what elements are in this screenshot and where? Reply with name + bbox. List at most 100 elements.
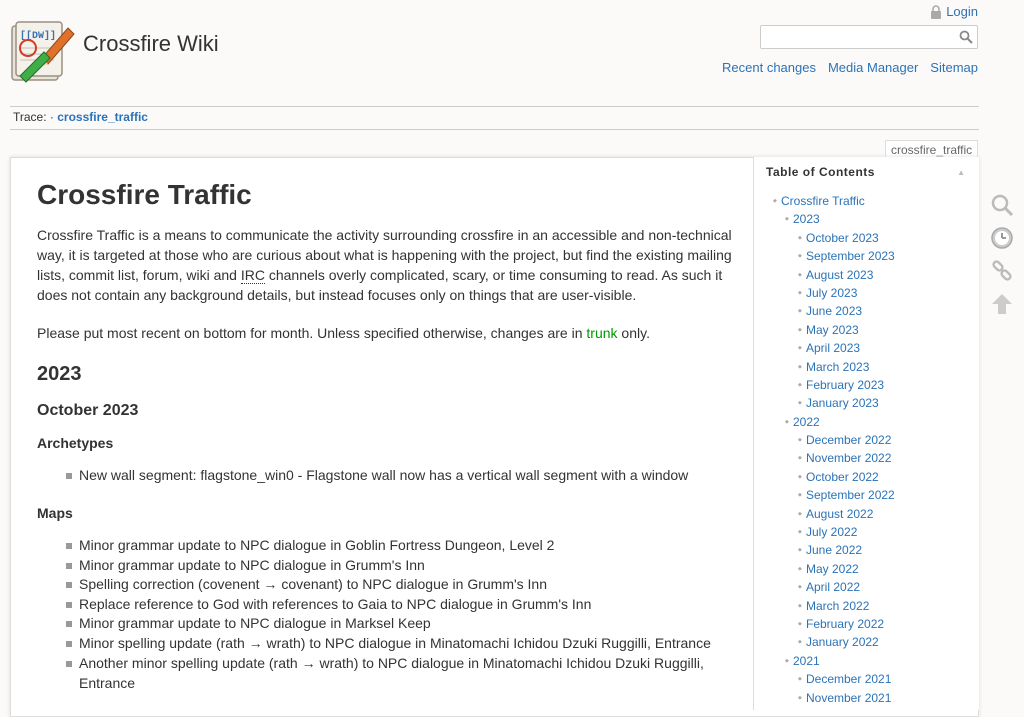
month-heading: October 2023 [37,402,139,419]
toc-link[interactable]: July 2023 [806,286,857,300]
toc-link[interactable]: February 2022 [806,617,884,631]
list-item: Minor grammar update to NPC dialogue in … [37,555,717,575]
toc-link[interactable]: Crossfire Traffic [781,194,865,208]
dokuwiki-logo[interactable]: [[DW]] [8,18,76,86]
page-title: Crossfire Traffic [37,179,252,210]
toc-link[interactable]: September 2023 [806,249,895,263]
irc-abbreviation: IRC [240,267,265,284]
toc-item: June 2022 [754,541,979,559]
toc-item: April 2023 [754,339,979,357]
archetypes-list: New wall segment: flagstone_win0 - Flags… [37,465,717,485]
recent-changes-link[interactable]: Recent changes [722,60,816,75]
list-item: Another minor spelling update (rath → wr… [37,653,717,693]
toc-link[interactable]: September 2022 [806,488,895,502]
toc-link[interactable]: October 2022 [806,470,879,484]
list-item: Minor grammar update to NPC dialogue in … [37,613,717,633]
toc-link[interactable]: 2022 [793,415,820,429]
toc-item: February 2023 [754,376,979,394]
list-item: Replace reference to God with references… [37,594,717,614]
list-item: Spelling correction (covenent → covenant… [37,574,717,594]
breadcrumb-label: Trace: [13,110,47,124]
toc-link[interactable]: April 2023 [806,341,860,355]
toc-item: September 2023 [754,247,979,265]
lock-icon [931,4,942,19]
toc-item: April 2022 [754,578,979,596]
maps-list: Minor grammar update to NPC dialogue in … [37,535,717,692]
site-tools: Recent changes Media Manager Sitemap [722,60,978,75]
note-text-1: Please put most recent on bottom for mon… [37,325,587,341]
search-page-button[interactable] [988,188,1016,221]
toc-item: March 2023 [754,358,979,376]
toc-item: July 2023 [754,284,979,302]
list-item: New wall segment: flagstone_win0 - Flags… [37,465,717,485]
toc-link[interactable]: August 2023 [806,268,873,282]
search-box[interactable] [760,25,978,49]
toc-link[interactable]: June 2022 [806,543,862,557]
note-text-2: only. [617,325,650,341]
sitemap-link[interactable]: Sitemap [930,60,978,75]
toc-item: 2021 [754,652,979,670]
header-divider [10,106,979,107]
backlinks-button[interactable] [988,254,1016,287]
toc-link[interactable]: February 2023 [806,378,884,392]
toc-list: Crossfire Traffic 2023 October 2023 Septemb… [754,192,979,707]
toc-item: February 2022 [754,615,979,633]
list-item: Minor grammar update to NPC dialogue in … [37,535,717,555]
toc-item: August 2022 [754,505,979,523]
toc-item: Crossfire Traffic [754,192,979,210]
toc-link[interactable]: November 2021 [806,691,891,705]
toc-item: October 2022 [754,468,979,486]
note-paragraph: Please put most recent on bottom for mon… [37,323,650,343]
toc-item: June 2023 [754,302,979,320]
toc-item: August 2023 [754,266,979,284]
toc-link[interactable]: March 2023 [806,360,869,374]
search-input[interactable] [761,26,961,48]
maps-heading: Maps [37,505,73,521]
toc-link[interactable]: 2023 [793,212,820,226]
toc-link[interactable]: March 2022 [806,599,869,613]
toc-item: 2022 [754,413,979,431]
toc-item: September 2022 [754,486,979,504]
toc-collapse-icon[interactable]: ▲ [957,168,965,177]
toc-link[interactable]: 2021 [793,654,820,668]
back-to-top-icon [992,293,1012,314]
toc-link[interactable]: October 2023 [806,231,879,245]
toc-link[interactable]: July 2022 [806,525,857,539]
toc-link[interactable]: December 2021 [806,672,891,686]
back-to-top-button[interactable] [988,287,1016,320]
trunk-link[interactable]: trunk [586,325,617,341]
toc-item: November 2022 [754,449,979,467]
breadcrumb-separator: · [49,110,54,124]
breadcrumb-link[interactable]: crossfire_traffic [57,110,148,124]
toc-link[interactable]: November 2022 [806,451,891,465]
login-label[interactable]: Login [946,4,978,19]
toc-item: November 2021 [754,689,979,707]
site-title[interactable]: Crossfire Wiki [83,31,219,57]
old-revisions-button[interactable] [988,221,1016,254]
toc-item: July 2022 [754,523,979,541]
toc-item: 2023 [754,210,979,228]
year-heading: 2023 [37,363,82,385]
intro-paragraph: Crossfire Traffic is a means to communic… [37,225,737,305]
toc-title[interactable]: Table of Contents [766,165,875,179]
toc-item: January 2023 [754,394,979,412]
toc-link[interactable]: May 2023 [806,323,859,337]
toc-item: December 2021 [754,670,979,688]
page-tools [988,188,1016,320]
toc-item: May 2022 [754,560,979,578]
toc-link[interactable]: January 2023 [806,396,879,410]
toc-link[interactable]: April 2022 [806,580,860,594]
old-revisions-icon [991,226,1013,249]
archetypes-heading: Archetypes [37,435,114,451]
table-of-contents: Table of Contents ▲ Crossfire Traffic 202… [753,157,979,710]
media-manager-link[interactable]: Media Manager [828,60,918,75]
toc-link[interactable]: January 2022 [806,635,879,649]
toc-link[interactable]: June 2023 [806,304,862,318]
toc-item: January 2022 [754,633,979,651]
login-link[interactable]: Login [930,4,978,19]
toc-item: October 2023 [754,229,979,247]
toc-link[interactable]: December 2022 [806,433,891,447]
toc-link[interactable]: August 2022 [806,507,873,521]
search-icon[interactable] [959,30,973,44]
toc-link[interactable]: May 2022 [806,562,859,576]
